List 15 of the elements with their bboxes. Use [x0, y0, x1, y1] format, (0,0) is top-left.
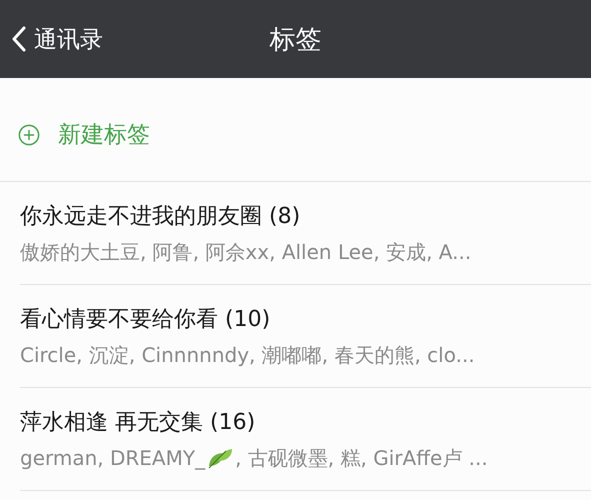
- tag-name: 看心情要不要给你看 (10): [20, 306, 272, 334]
- tag-members: 傲娇的大土豆, 阿鲁, 阿佘xx, Allen Lee, 安成, A...: [20, 238, 472, 266]
- back-chevron-icon: [12, 26, 26, 52]
- tag-row[interactable]: 你永远走不进我的朋友圈 (8) 傲娇的大土豆, 阿鲁, 阿佘xx, Allen Lee, 安成, A...: [20, 182, 591, 285]
- nav-title: 标签: [270, 24, 322, 56]
- tag-row[interactable]: 看心情要不要给你看 (10) Circle, 沉淀, Cinnnnndy, 潮嘟嘟, 春天的熊, clo...: [20, 285, 591, 388]
- back-button[interactable]: 通讯录: [0, 24, 103, 54]
- tag-row[interactable]: 萍水相逢 再无交集 (16) german, DREAMY_ , 古砚微墨, 糕, GirAffe卢 ...: [20, 388, 591, 491]
- leaf-icon: [206, 446, 234, 470]
- tag-members: Circle, 沉淀, Cinnnnndy, 潮嘟嘟, 春天的熊, clo...: [20, 342, 475, 368]
- tag-members: german, DREAMY_: [20, 446, 206, 470]
- add-circle-icon: [18, 124, 40, 146]
- tag-name: 萍水相逢 再无交集 (16): [20, 408, 256, 436]
- tag-name: 你永远走不进我的朋友圈 (8): [20, 202, 302, 230]
- tag-members: , 古砚微墨, 糕, GirAffe卢 ...: [235, 444, 488, 472]
